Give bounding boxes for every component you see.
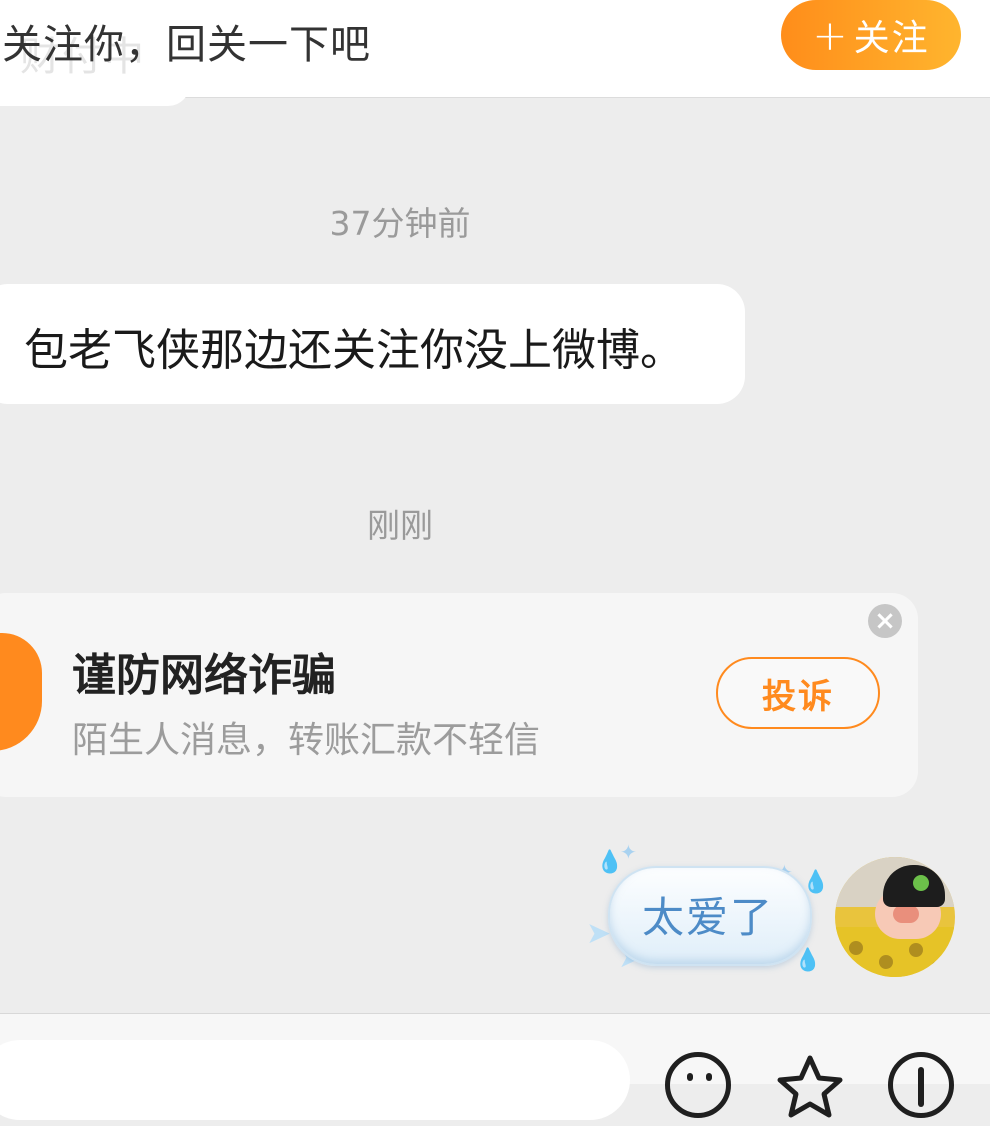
sparkle-icon: ✦ <box>620 840 637 864</box>
plus-icon[interactable] <box>888 1052 954 1118</box>
incoming-message-bubble[interactable]: 包老飞侠那边还关注你没上微博。 <box>0 284 745 404</box>
sticker-text: 太爱了 <box>641 893 774 942</box>
follow-prompt-banner: 财付中 关注你，回关一下吧 + 关注 <box>0 0 990 106</box>
message-timestamp: 刚刚 <box>367 506 433 545</box>
message-input[interactable] <box>0 1040 630 1120</box>
incoming-message-text: 包老飞侠那边还关注你没上微博。 <box>24 325 684 376</box>
close-icon[interactable]: × <box>868 604 902 638</box>
follow-button[interactable]: + 关注 <box>781 0 961 70</box>
shield-icon <box>0 633 42 751</box>
avatar[interactable] <box>835 857 955 977</box>
fraud-warning-card: 谨防网络诈骗 陌生人消息，转账汇款不轻信 投诉 × <box>0 593 918 797</box>
outgoing-sticker-message[interactable]: 💧 ✦ ✦ 💧 💧 ➤ ➤ 太爱了 <box>580 840 829 980</box>
report-button[interactable]: 投诉 <box>716 657 880 729</box>
warning-title: 谨防网络诈骗 <box>72 650 336 701</box>
banner-text: 关注你，回关一下吧 <box>2 22 371 68</box>
message-input-bar <box>0 1013 990 1120</box>
previous-bubble-edge <box>0 84 190 106</box>
plus-icon: + <box>812 10 850 60</box>
star-icon-shape <box>777 1055 843 1118</box>
warning-subtitle: 陌生人消息，转账汇款不轻信 <box>72 720 541 761</box>
emoji-icon[interactable] <box>665 1052 731 1118</box>
message-timestamp: 37分钟前 <box>329 204 471 243</box>
star-icon[interactable] <box>775 1052 843 1118</box>
follow-button-label: 关注 <box>853 18 930 59</box>
